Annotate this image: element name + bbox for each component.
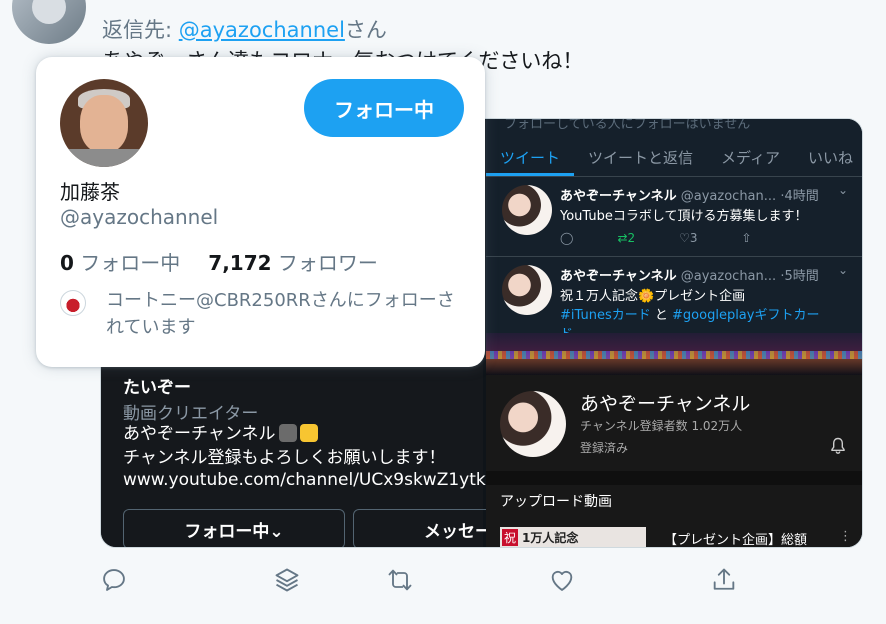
list-item: あやぞーチャンネル @ayazochan... ·4時間 ⌄ YouTubeコラ… xyxy=(486,177,862,257)
tweet-time: ·4時間 xyxy=(780,189,819,204)
channel-avatar xyxy=(500,391,566,457)
following-stat-link[interactable]: 0 フォロー中 xyxy=(60,251,180,275)
like-value: 3 xyxy=(689,231,698,245)
tab-likes: いいね xyxy=(807,149,853,167)
horse-emoji-icon xyxy=(278,424,297,442)
like-icon[interactable] xyxy=(548,566,576,594)
heart-icon: ♡ xyxy=(679,231,690,245)
reply-prefix: 返信先: xyxy=(102,18,173,42)
faded-header-text: フォローしている人にフォローはいません xyxy=(504,118,751,132)
tab-tweets: ツイート xyxy=(486,141,575,176)
tweet-body: YouTubeコラボして頂ける方募集します！ xyxy=(560,209,808,224)
channel-banner xyxy=(486,333,862,375)
tab-media: メディア xyxy=(721,149,780,167)
replier-avatar[interactable] xyxy=(12,0,86,44)
followers-label: フォロワー xyxy=(277,251,378,275)
hover-card-avatar[interactable] xyxy=(60,79,148,167)
tweet-handle: @ayazochan... xyxy=(680,269,777,284)
hashtag-googleplay: #googleplayギフトカー xyxy=(672,308,820,323)
video-thumbnail: 祝 1万人記念 xyxy=(500,527,646,547)
avatar-face xyxy=(80,95,128,153)
media-image-channels[interactable]: フォローしている人にフォローはいません ツイート ツイートと返信 メディア いい… xyxy=(486,118,862,548)
tab-tweets-replies: ツイートと返信 xyxy=(588,149,694,167)
tweet-body-line1: 祝１万人記念🌼プレゼント企画 xyxy=(560,289,746,304)
bio-line1: あやぞーチャンネル xyxy=(123,424,276,444)
avatar xyxy=(502,265,552,315)
twitter-profile-panel: フォローしている人にフォローはいません ツイート ツイートと返信 メディア いい… xyxy=(486,118,862,342)
follow-stats: 0 フォロー中 7,172 フォロワー xyxy=(60,247,378,276)
tweet-author: あやぞーチャンネル xyxy=(560,269,677,284)
mutual-follower-avatar xyxy=(60,290,86,316)
thumbnail-badge: 祝 xyxy=(502,529,519,546)
reply-icon[interactable] xyxy=(100,566,128,594)
tweet-time: ·5時間 xyxy=(780,269,819,284)
thumbnail-text: 1万人記念 xyxy=(522,531,579,545)
uploads-heading: アップロード動画 xyxy=(500,494,612,510)
tweet-header: あやぞーチャンネル @ayazochan... ·5時間 xyxy=(560,265,819,284)
retweet-count: ⇄2 xyxy=(617,231,635,245)
tweet-action-bar xyxy=(0,566,886,606)
media-profile-bio: あやぞーチャンネル チャンネル登録もよろしくお願いします！ xyxy=(123,422,446,470)
hover-card-handle[interactable]: @ayazochannel xyxy=(60,205,218,229)
hashtag-itunes: #iTunesカード xyxy=(560,308,651,323)
share-icon[interactable] xyxy=(710,566,738,594)
divider xyxy=(486,471,862,485)
hover-card-name[interactable]: 加藤茶 xyxy=(60,176,120,205)
retweet-icon: ⇄ xyxy=(617,231,628,245)
reply-to-line: 返信先: @ayazochannelさん xyxy=(102,14,387,44)
channel-name: あやぞーチャンネル xyxy=(580,393,751,415)
media-profile-name: たいぞー xyxy=(123,378,191,398)
followers-stat-link[interactable]: 7,172 フォロワー xyxy=(208,251,378,275)
layers-icon[interactable] xyxy=(273,566,301,594)
media-follow-button: フォロー中⌄ xyxy=(123,509,345,547)
reply-icon: ◯ xyxy=(560,231,574,245)
following-button[interactable]: フォロー中 xyxy=(304,79,464,137)
kebab-menu-icon: ⋮ xyxy=(839,529,852,544)
bell-icon xyxy=(831,437,845,454)
tweet-and: と xyxy=(654,308,668,323)
media-profile-role: 動画クリエイター xyxy=(123,404,259,424)
like-count: ♡3 xyxy=(679,231,697,245)
subscribed-status: 登録済み xyxy=(580,441,629,455)
share-icon: ⇧ xyxy=(741,231,752,245)
tweet-header: あやぞーチャンネル @ayazochan... ·4時間 xyxy=(560,185,819,204)
video-title: 【プレゼント企画】総額 xyxy=(664,533,808,548)
avatar xyxy=(502,185,552,235)
list-item: あやぞーチャンネル @ayazochan... ·5時間 ⌄ 祝１万人記念🌼プレ… xyxy=(486,257,862,342)
retweet-value: 2 xyxy=(627,231,636,245)
tweet-handle: @ayazochan... xyxy=(680,189,777,204)
tweet-author: あやぞーチャンネル xyxy=(560,189,677,204)
following-label: フォロー中 xyxy=(80,251,181,275)
retweet-icon[interactable] xyxy=(386,566,414,594)
tweet-screen: 返信先: @ayazochannelさん あやぞーさん達もコロナ、気おつけてくだ… xyxy=(0,0,886,624)
tweet-actions: ◯ ⇄2 ♡3 ⇧ xyxy=(560,231,752,245)
reply-mention-link[interactable]: @ayazochannel xyxy=(179,18,345,42)
subscriber-count: チャンネル登録者数 1.02万人 xyxy=(580,419,743,433)
profile-hover-card: フォロー中 加藤茶 @ayazochannel 0 フォロー中 7,172 フォロ… xyxy=(36,57,485,367)
media-profile-url: www.youtube.com/channel/UCx9skwZ1ytk xyxy=(123,470,486,490)
following-count: 0 xyxy=(60,251,74,275)
chevron-down-icon: ⌄ xyxy=(837,263,848,277)
youtube-channel-panel: あやぞーチャンネル チャンネル登録者数 1.02万人 登録済み アップロード動画… xyxy=(486,333,862,548)
reply-suffix: さん xyxy=(344,18,387,42)
chevron-down-icon: ⌄ xyxy=(837,183,848,197)
chick-emoji-icon xyxy=(299,424,318,442)
avatar-suit xyxy=(60,149,148,167)
profile-tabs: ツイート ツイートと返信 メディア いいね xyxy=(486,141,862,177)
followers-count: 7,172 xyxy=(208,251,272,275)
mutual-follower-text[interactable]: コートニー@CBR250RRさんにフォローされています xyxy=(106,287,466,341)
bio-line2: チャンネル登録もよろしくお願いします！ xyxy=(123,448,446,468)
